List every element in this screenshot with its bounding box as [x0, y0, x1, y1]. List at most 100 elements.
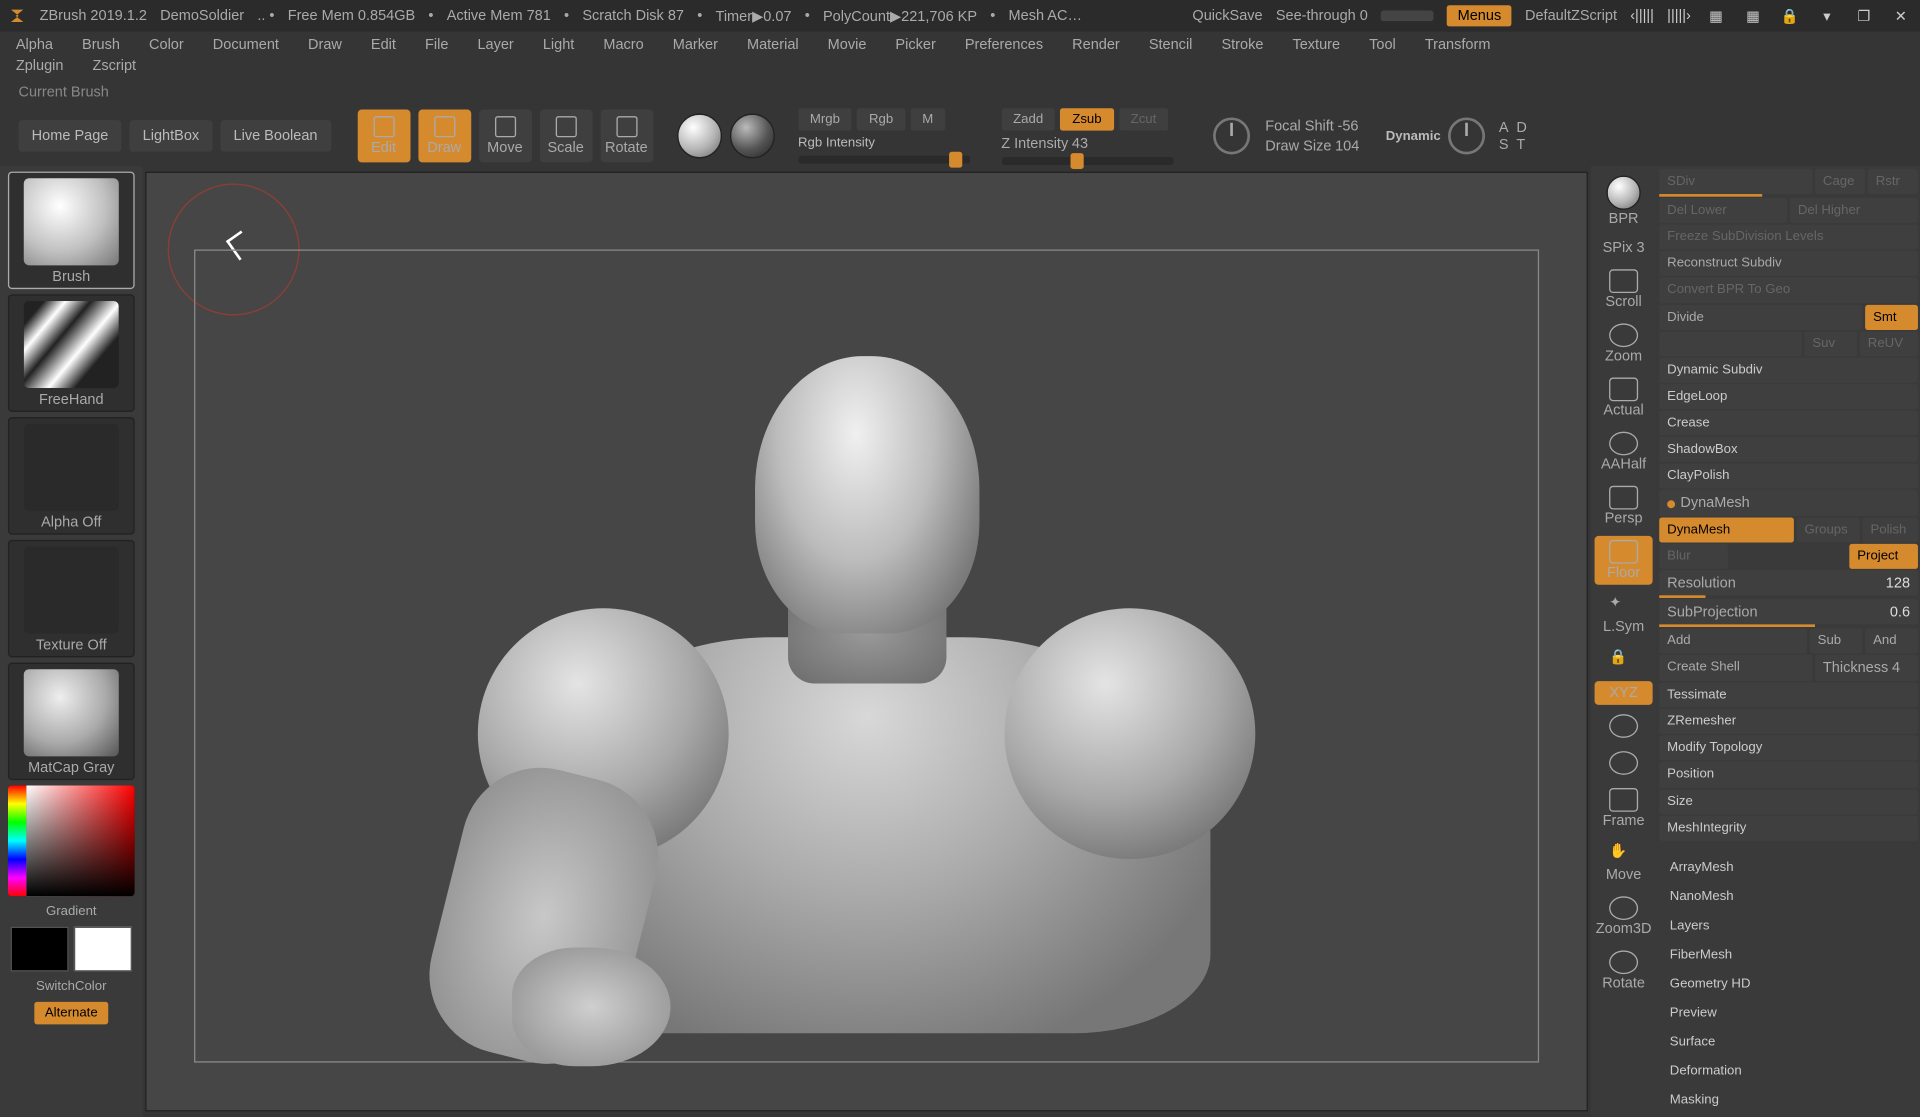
- menu-color[interactable]: Color: [149, 37, 184, 53]
- menu-brush[interactable]: Brush: [82, 37, 120, 53]
- suv-button[interactable]: Suv: [1804, 331, 1857, 356]
- menu-tool[interactable]: Tool: [1369, 37, 1396, 53]
- sv-field[interactable]: [26, 785, 134, 896]
- nav-aahalf[interactable]: AAHalf: [1595, 428, 1653, 477]
- menu-file[interactable]: File: [425, 37, 448, 53]
- nav-persp[interactable]: Persp: [1595, 482, 1653, 531]
- draw-mode-button[interactable]: Draw: [418, 110, 471, 163]
- gradient-label[interactable]: Gradient: [43, 902, 99, 922]
- meshintegrity-section[interactable]: MeshIntegrity: [1659, 815, 1918, 840]
- menu-light[interactable]: Light: [543, 37, 574, 53]
- modify-topology-section[interactable]: Modify Topology: [1659, 736, 1918, 761]
- nav-rotate[interactable]: Rotate: [1595, 946, 1653, 995]
- lightbox-button[interactable]: LightBox: [129, 120, 212, 152]
- nav-xyz[interactable]: XYZ: [1595, 681, 1653, 705]
- nav-bpr[interactable]: BPR: [1595, 172, 1653, 231]
- project-button[interactable]: Project: [1849, 543, 1918, 568]
- size-section[interactable]: Size: [1659, 789, 1918, 814]
- polish-button[interactable]: Polish: [1863, 517, 1918, 542]
- edit-mode-button[interactable]: Edit: [357, 110, 410, 163]
- nav-zoom3d[interactable]: Zoom3D: [1595, 892, 1653, 941]
- zremesher-section[interactable]: ZRemesher: [1659, 709, 1918, 734]
- fibermesh-palette[interactable]: FiberMesh: [1659, 941, 1918, 969]
- viewport[interactable]: [145, 172, 1588, 1112]
- alpha-swatch[interactable]: Alpha Off: [8, 417, 135, 534]
- next-arrows-icon[interactable]: |||||›: [1667, 4, 1691, 28]
- layout-b-icon[interactable]: ▦: [1741, 4, 1765, 28]
- menu-layer[interactable]: Layer: [477, 37, 513, 53]
- rgb-button[interactable]: Rgb: [857, 108, 905, 130]
- material-sphere-b[interactable]: [729, 114, 774, 159]
- zcut-button[interactable]: Zcut: [1119, 108, 1168, 130]
- nanomesh-palette[interactable]: NanoMesh: [1659, 883, 1918, 911]
- menu-stencil[interactable]: Stencil: [1149, 37, 1193, 53]
- draw-dial[interactable]: [1449, 117, 1486, 154]
- groups-button[interactable]: Groups: [1797, 517, 1860, 542]
- menu-preferences[interactable]: Preferences: [965, 37, 1043, 53]
- surface-palette[interactable]: Surface: [1659, 1028, 1918, 1056]
- dynamic-toggle[interactable]: Dynamic: [1386, 129, 1441, 144]
- nav-move[interactable]: ✋Move: [1595, 838, 1653, 887]
- menu-document[interactable]: Document: [213, 37, 279, 53]
- menu-picker[interactable]: Picker: [895, 37, 935, 53]
- switchcolor-button[interactable]: SwitchColor: [33, 977, 109, 997]
- live-boolean-button[interactable]: Live Boolean: [220, 120, 330, 152]
- default-zscript[interactable]: DefaultZScript: [1525, 8, 1617, 24]
- focal-dial[interactable]: [1212, 117, 1249, 154]
- menu-movie[interactable]: Movie: [828, 37, 867, 53]
- geometryhd-palette[interactable]: Geometry HD: [1659, 970, 1918, 998]
- menu-texture[interactable]: Texture: [1292, 37, 1340, 53]
- add-button[interactable]: Add: [1659, 628, 1807, 653]
- menu-render[interactable]: Render: [1072, 37, 1120, 53]
- tessimate-section[interactable]: Tessimate: [1659, 682, 1918, 707]
- maximize-icon[interactable]: ❐: [1852, 4, 1876, 28]
- dial-a[interactable]: A: [1499, 119, 1509, 135]
- cage-button[interactable]: Cage: [1815, 169, 1865, 194]
- blur-slider[interactable]: Blur: [1659, 543, 1728, 568]
- nav-lsym[interactable]: ✦L.Sym: [1595, 590, 1653, 639]
- menu-draw[interactable]: Draw: [308, 37, 342, 53]
- convert-bpr-button[interactable]: Convert BPR To Geo: [1659, 278, 1918, 303]
- claypolish-section[interactable]: ClayPolish: [1659, 464, 1918, 489]
- rgb-intensity-slider[interactable]: [798, 156, 970, 164]
- dial-t[interactable]: T: [1516, 137, 1526, 153]
- menu-stroke[interactable]: Stroke: [1221, 37, 1263, 53]
- mrgb-button[interactable]: Mrgb: [798, 108, 852, 130]
- nav-zoom[interactable]: Zoom: [1595, 319, 1653, 368]
- divide-button[interactable]: Divide: [1659, 304, 1862, 329]
- texture-swatch[interactable]: Texture Off: [8, 540, 135, 657]
- close-icon[interactable]: ✕: [1889, 4, 1913, 28]
- zsub-button[interactable]: Zsub: [1060, 108, 1113, 130]
- alternate-button[interactable]: Alternate: [34, 1002, 108, 1024]
- minimize-icon[interactable]: ▾: [1815, 4, 1839, 28]
- scale-mode-button[interactable]: Scale: [539, 110, 592, 163]
- dial-d[interactable]: D: [1516, 119, 1526, 135]
- nav-scroll[interactable]: Scroll: [1595, 265, 1653, 314]
- color-primary[interactable]: [74, 927, 132, 972]
- freeze-subdiv-button[interactable]: Freeze SubDivision Levels: [1659, 224, 1918, 249]
- position-section[interactable]: Position: [1659, 762, 1918, 787]
- material-sphere-a[interactable]: [677, 114, 722, 159]
- resolution-slider[interactable]: Resolution128: [1659, 570, 1918, 595]
- menu-material[interactable]: Material: [747, 37, 799, 53]
- z-intensity-slider[interactable]: [1001, 156, 1173, 164]
- reconstruct-subdiv-button[interactable]: Reconstruct Subdiv: [1659, 251, 1918, 276]
- preview-palette[interactable]: Preview: [1659, 999, 1918, 1027]
- stroke-swatch[interactable]: FreeHand: [8, 294, 135, 411]
- and-button[interactable]: And: [1865, 628, 1918, 653]
- thickness-slider[interactable]: Thickness 4: [1815, 655, 1918, 681]
- smt-button[interactable]: Smt: [1865, 304, 1918, 329]
- lock-icon[interactable]: 🔒: [1778, 4, 1802, 28]
- zadd-button[interactable]: Zadd: [1001, 108, 1055, 130]
- home-page-button[interactable]: Home Page: [18, 120, 121, 152]
- menu-zscript[interactable]: Zscript: [93, 58, 137, 74]
- nav-actual[interactable]: Actual: [1595, 374, 1653, 423]
- arraymesh-palette[interactable]: ArrayMesh: [1659, 854, 1918, 882]
- menu-zplugin[interactable]: Zplugin: [16, 58, 64, 74]
- dynamesh-section[interactable]: DynaMesh: [1659, 490, 1918, 515]
- shadowbox-section[interactable]: ShadowBox: [1659, 437, 1918, 462]
- dial-s[interactable]: S: [1499, 137, 1509, 153]
- rstr-button[interactable]: Rstr: [1868, 169, 1918, 194]
- sub-button[interactable]: Sub: [1810, 628, 1863, 653]
- sdiv-slider[interactable]: SDiv: [1659, 169, 1812, 194]
